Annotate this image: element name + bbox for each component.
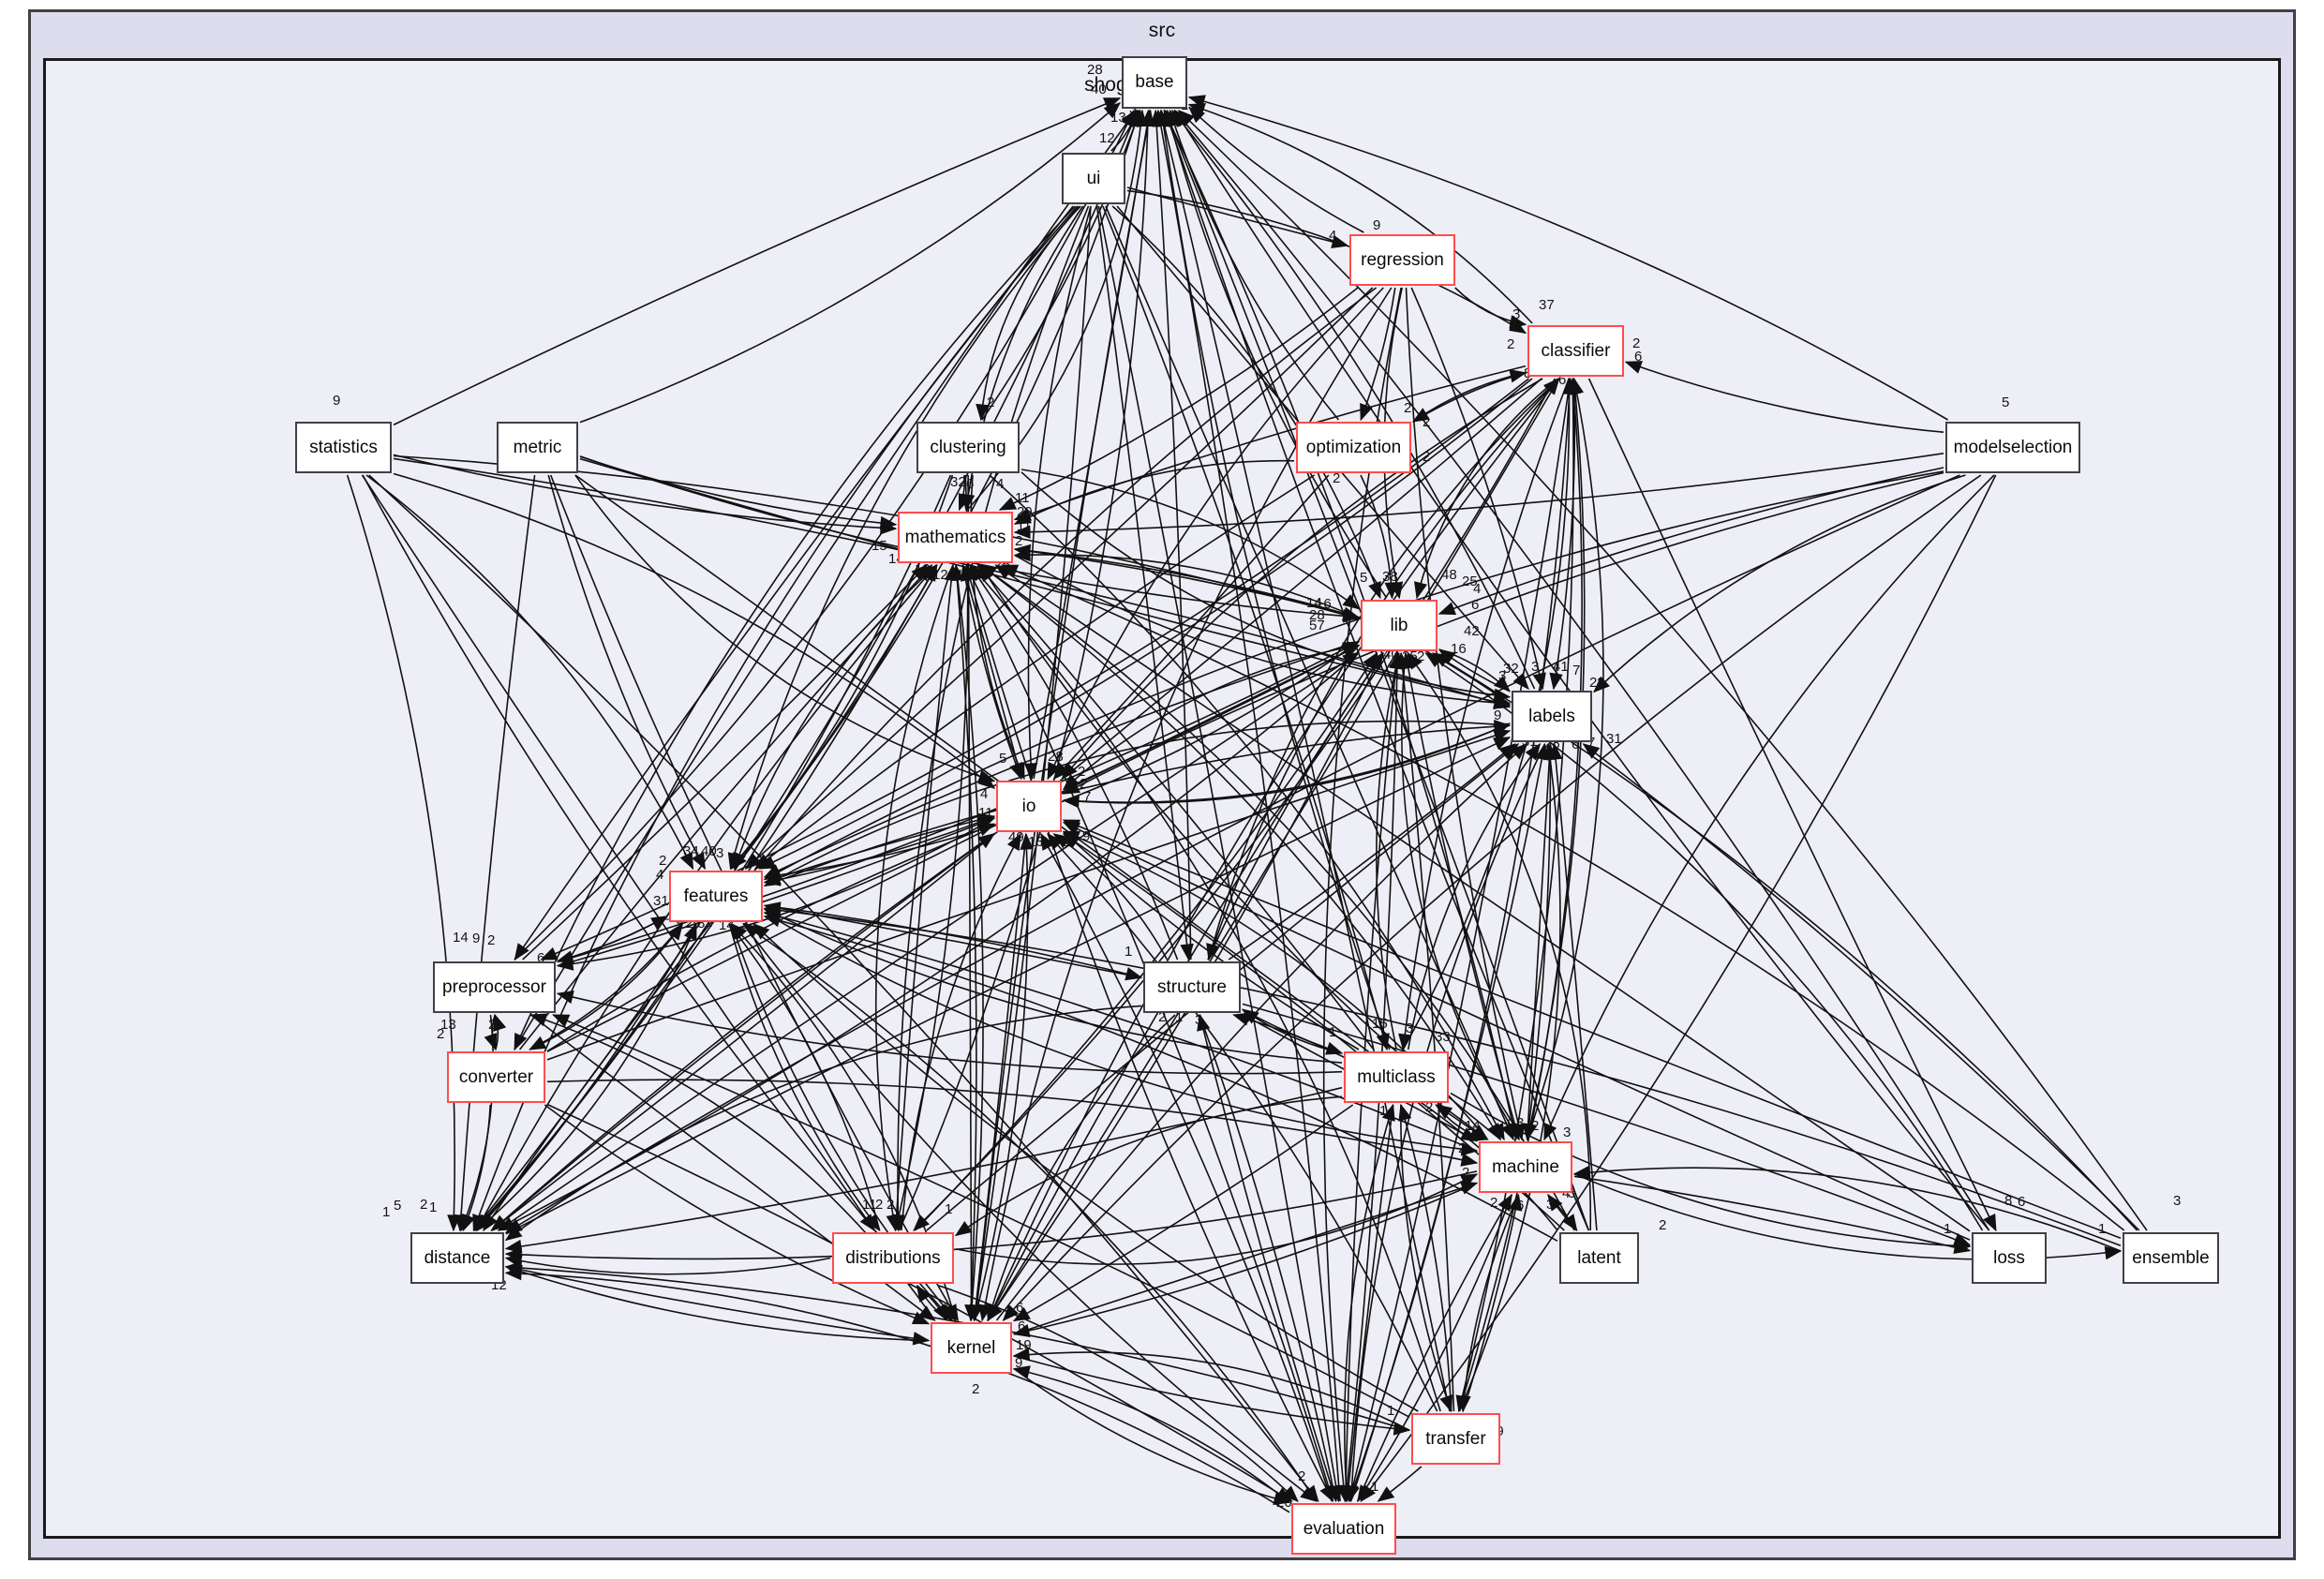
- node-label: mathematics: [904, 527, 1006, 547]
- node-label: latent: [1577, 1247, 1621, 1268]
- node-labels[interactable]: labels: [1512, 691, 1592, 742]
- node-label: distributions: [845, 1247, 941, 1268]
- node-label: labels: [1528, 706, 1575, 726]
- node-label: ui: [1086, 168, 1101, 188]
- node-ui[interactable]: ui: [1062, 153, 1125, 204]
- node-label: features: [683, 886, 749, 906]
- node-label: kernel: [946, 1337, 996, 1358]
- node-label: classifier: [1541, 340, 1611, 361]
- node-statistics[interactable]: statistics: [295, 422, 392, 473]
- node-modelselection[interactable]: modelselection: [1945, 422, 2080, 473]
- node-distance[interactable]: distance: [410, 1232, 504, 1284]
- node-evaluation[interactable]: evaluation: [1291, 1503, 1396, 1555]
- node-clustering[interactable]: clustering: [916, 422, 1020, 473]
- node-label: distance: [424, 1247, 491, 1268]
- node-distributions[interactable]: distributions: [832, 1232, 954, 1284]
- node-optimization[interactable]: optimization: [1296, 422, 1411, 473]
- node-label: transfer: [1425, 1428, 1486, 1449]
- node-lib[interactable]: lib: [1361, 600, 1438, 651]
- node-preprocessor[interactable]: preprocessor: [433, 961, 556, 1013]
- node-label: metric: [513, 437, 562, 457]
- node-label: io: [1021, 796, 1036, 816]
- node-structure[interactable]: structure: [1143, 961, 1241, 1013]
- node-label: ensemble: [2132, 1247, 2210, 1268]
- node-base[interactable]: base: [1122, 56, 1187, 109]
- cluster-shogun: shogun: [43, 58, 2281, 1539]
- node-transfer[interactable]: transfer: [1411, 1413, 1500, 1465]
- node-label: optimization: [1305, 437, 1402, 457]
- node-latent[interactable]: latent: [1559, 1232, 1639, 1284]
- node-kernel[interactable]: kernel: [931, 1322, 1012, 1374]
- node-label: regression: [1361, 249, 1444, 270]
- node-io[interactable]: io: [996, 781, 1062, 832]
- node-ensemble[interactable]: ensemble: [2123, 1232, 2219, 1284]
- node-classifier[interactable]: classifier: [1527, 325, 1624, 377]
- node-label: multiclass: [1357, 1066, 1436, 1087]
- node-label: modelselection: [1953, 437, 2073, 457]
- node-regression[interactable]: regression: [1349, 234, 1455, 286]
- node-loss[interactable]: loss: [1972, 1232, 2047, 1284]
- node-label: clustering: [930, 437, 1006, 457]
- node-label: converter: [458, 1066, 534, 1087]
- node-converter[interactable]: converter: [447, 1051, 545, 1103]
- node-mathematics[interactable]: mathematics: [898, 512, 1013, 563]
- node-label: statistics: [309, 437, 378, 457]
- node-label: preprocessor: [442, 976, 546, 997]
- node-label: evaluation: [1303, 1518, 1385, 1539]
- node-label: structure: [1157, 976, 1227, 997]
- node-machine[interactable]: machine: [1479, 1141, 1572, 1193]
- node-features[interactable]: features: [669, 871, 763, 922]
- node-label: lib: [1390, 615, 1408, 635]
- node-label: base: [1135, 72, 1174, 92]
- node-multiclass[interactable]: multiclass: [1344, 1051, 1449, 1103]
- dependency-graph-canvas: src shogun 40122813111713129429373222686…: [0, 0, 2324, 1579]
- node-metric[interactable]: metric: [497, 422, 578, 473]
- node-label: machine: [1492, 1156, 1559, 1177]
- cluster-src-label: src: [1148, 20, 1176, 41]
- node-label: loss: [1993, 1247, 2025, 1268]
